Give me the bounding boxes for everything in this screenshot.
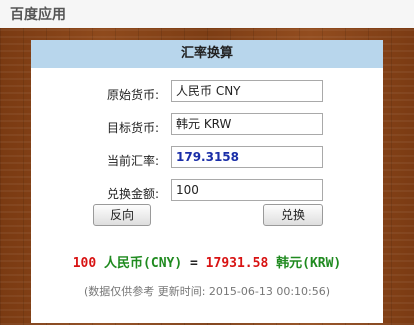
target-currency-label: 目标货币: <box>106 121 159 135</box>
result-from-amount: 100 <box>72 256 97 271</box>
app-title: 百度应用 <box>10 7 66 23</box>
rate-label: 当前汇率: <box>106 154 159 168</box>
amount-label: 兑换金额: <box>106 187 159 201</box>
card-title: 汇率换算 <box>31 40 383 68</box>
convert-button[interactable]: 兑换 <box>263 204 323 226</box>
reverse-button[interactable]: 反向 <box>93 204 151 226</box>
update-note: (数据仅供参考 更新时间: 2015-06-13 00:10:56) <box>83 285 331 298</box>
conversion-result: 100 人民币(CNY) = 17931.58 韩元(KRW) <box>31 252 383 271</box>
source-currency-select[interactable]: 人民币 CNY <box>171 80 323 102</box>
converter-card: 汇率换算 原始货币: 人民币 CNY 目标货币: 韩元 KRW 当前汇率: 17… <box>31 40 383 323</box>
target-currency-select[interactable]: 韩元 KRW <box>171 113 323 135</box>
result-to-currency: 韩元(KRW) <box>276 256 342 271</box>
rate-field[interactable]: 179.3158 <box>171 146 323 168</box>
app-header: 百度应用 <box>0 0 414 28</box>
result-to-amount: 17931.58 <box>205 256 269 271</box>
source-currency-label: 原始货币: <box>106 88 159 102</box>
amount-input[interactable]: 100 <box>171 179 323 201</box>
result-from-currency: 人民币(CNY) <box>104 256 183 271</box>
result-equals: = <box>190 256 198 271</box>
